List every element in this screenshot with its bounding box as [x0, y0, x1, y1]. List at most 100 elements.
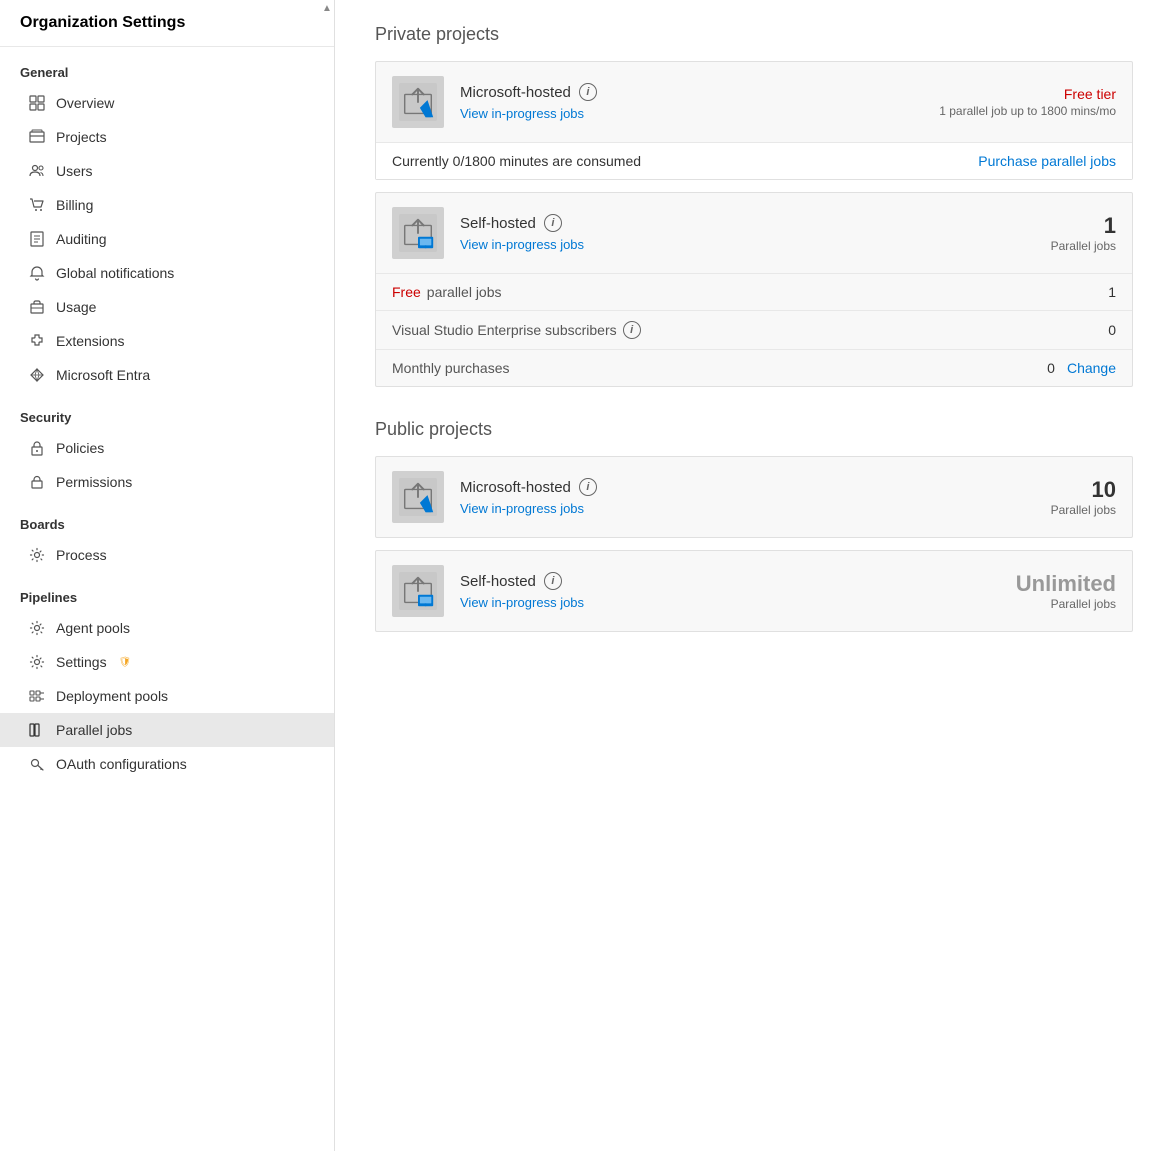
- public-mh-name: Microsoft-hosted: [460, 479, 571, 496]
- sidebar-item-global-notifications[interactable]: Global notifications: [0, 256, 334, 290]
- private-mh-purchase-link[interactable]: Purchase parallel jobs: [978, 153, 1116, 169]
- sidebar-item-label-extensions: Extensions: [56, 333, 124, 349]
- private-sh-monthly-row: Monthly purchases 0 Change: [376, 349, 1132, 386]
- gear-icon: [28, 546, 46, 564]
- sidebar-item-label-parallel-jobs: Parallel jobs: [56, 722, 132, 738]
- cart-icon: [28, 196, 46, 214]
- briefcase-icon: [28, 298, 46, 316]
- public-sh-unlimited-count: Unlimited: [1016, 571, 1116, 597]
- public-sh-parallel-label: Parallel jobs: [1016, 597, 1116, 611]
- sidebar-item-label-microsoft-entra: Microsoft Entra: [56, 367, 150, 383]
- lock-icon: [28, 439, 46, 457]
- main-content: Private projects: [335, 0, 1173, 1151]
- private-mh-name: Microsoft-hosted: [460, 84, 571, 101]
- sidebar-item-label-policies: Policies: [56, 440, 104, 456]
- sidebar-item-label-auditing: Auditing: [56, 231, 107, 247]
- sidebar-item-label-usage: Usage: [56, 299, 96, 315]
- section-label-boards: Boards: [0, 499, 334, 538]
- bars-icon: [28, 721, 46, 739]
- sidebar-item-overview[interactable]: Overview: [0, 86, 334, 120]
- gear3-icon: [28, 653, 46, 671]
- private-sh-info-icon[interactable]: i: [544, 214, 562, 232]
- public-sh-icon: [392, 565, 444, 617]
- sidebar-item-extensions[interactable]: Extensions: [0, 324, 334, 358]
- private-projects-title: Private projects: [375, 24, 1133, 45]
- sidebar-item-process[interactable]: Process: [0, 538, 334, 572]
- private-sh-parallel-count: 1: [1051, 213, 1116, 239]
- public-self-hosted-card: Self-hosted i View in-progress jobs Unli…: [375, 550, 1133, 632]
- layers-icon: [28, 128, 46, 146]
- private-sh-free-row: Free parallel jobs 1: [376, 273, 1132, 310]
- sidebar-item-deployment-pools[interactable]: Deployment pools: [0, 679, 334, 713]
- sidebar: ▲ Organization Settings General Overview…: [0, 0, 335, 1151]
- section-label-pipelines: Pipelines: [0, 572, 334, 611]
- sidebar-item-parallel-jobs[interactable]: Parallel jobs: [0, 713, 334, 747]
- sidebar-item-label-oauth-configurations: OAuth configurations: [56, 756, 187, 772]
- private-sh-free-text: Free: [392, 284, 421, 300]
- private-mh-minutes-text: Currently 0/1800 minutes are consumed: [392, 153, 641, 169]
- public-mh-info-icon[interactable]: i: [579, 478, 597, 496]
- private-sh-change-link[interactable]: Change: [1067, 360, 1116, 376]
- section-label-general: General: [0, 47, 334, 86]
- private-sh-vs-row: Visual Studio Enterprise subscribers i 0: [376, 310, 1132, 349]
- private-microsoft-hosted-card: Microsoft-hosted i View in-progress jobs…: [375, 61, 1133, 180]
- public-sh-view-jobs-link[interactable]: View in-progress jobs: [460, 595, 584, 610]
- scroll-up-arrow[interactable]: ▲: [320, 0, 334, 17]
- public-microsoft-hosted-card: Microsoft-hosted i View in-progress jobs…: [375, 456, 1133, 538]
- private-sh-vs-value: 0: [1108, 322, 1116, 338]
- private-mh-minutes-row: Currently 0/1800 minutes are consumed Pu…: [376, 142, 1132, 179]
- public-projects-title: Public projects: [375, 419, 1133, 440]
- private-sh-name: Self-hosted: [460, 215, 536, 232]
- puzzle-icon: [28, 332, 46, 350]
- private-mh-info-icon[interactable]: i: [579, 83, 597, 101]
- bell-icon: [28, 264, 46, 282]
- sidebar-item-policies[interactable]: Policies: [0, 431, 334, 465]
- private-mh-tier-desc: 1 parallel job up to 1800 mins/mo: [939, 104, 1116, 118]
- private-sh-vs-label: Visual Studio Enterprise subscribers: [392, 322, 617, 338]
- diamond-icon: [28, 366, 46, 384]
- sidebar-item-label-projects: Projects: [56, 129, 107, 145]
- public-mh-icon: [392, 471, 444, 523]
- private-sh-view-jobs-link[interactable]: View in-progress jobs: [460, 237, 584, 252]
- sidebar-item-projects[interactable]: Projects: [0, 120, 334, 154]
- private-sh-free-value: 1: [1108, 284, 1116, 300]
- sidebar-item-billing[interactable]: Billing: [0, 188, 334, 222]
- sidebar-item-agent-pools[interactable]: Agent pools: [0, 611, 334, 645]
- sidebar-item-users[interactable]: Users: [0, 154, 334, 188]
- key-icon: [28, 755, 46, 773]
- sidebar-item-label-settings: Settings: [56, 654, 107, 670]
- sidebar-item-oauth-configurations[interactable]: OAuth configurations: [0, 747, 334, 781]
- grid-icon: [28, 94, 46, 112]
- section-label-security: Security: [0, 392, 334, 431]
- private-projects-section: Private projects: [375, 24, 1133, 387]
- public-sh-info-icon[interactable]: i: [544, 572, 562, 590]
- private-sh-parallel-label: Parallel jobs: [1051, 239, 1116, 253]
- private-mh-tier-label: Free tier: [939, 86, 1116, 102]
- public-mh-parallel-label: Parallel jobs: [1051, 503, 1116, 517]
- settings-shield-badge: 🛡: [119, 657, 132, 668]
- private-sh-monthly-label: Monthly purchases: [392, 360, 510, 376]
- public-mh-parallel-count: 10: [1051, 477, 1116, 503]
- lock2-icon: [28, 473, 46, 491]
- dots-icon: [28, 687, 46, 705]
- gear2-icon: [28, 619, 46, 637]
- public-projects-section: Public projects: [375, 419, 1133, 632]
- public-mh-view-jobs-link[interactable]: View in-progress jobs: [460, 501, 584, 516]
- private-sh-monthly-value: 0: [1047, 360, 1055, 376]
- sidebar-item-usage[interactable]: Usage: [0, 290, 334, 324]
- private-self-hosted-icon: [392, 207, 444, 259]
- sidebar-item-label-permissions: Permissions: [56, 474, 132, 490]
- sidebar-item-label-deployment-pools: Deployment pools: [56, 688, 168, 704]
- sidebar-item-label-process: Process: [56, 547, 107, 563]
- microsoft-hosted-icon: [392, 76, 444, 128]
- sidebar-item-microsoft-entra[interactable]: Microsoft Entra: [0, 358, 334, 392]
- sidebar-item-label-agent-pools: Agent pools: [56, 620, 130, 636]
- private-sh-free-label: parallel jobs: [427, 284, 502, 300]
- sidebar-item-label-global-notifications: Global notifications: [56, 265, 174, 281]
- private-mh-view-jobs-link[interactable]: View in-progress jobs: [460, 106, 584, 121]
- sidebar-item-permissions[interactable]: Permissions: [0, 465, 334, 499]
- private-sh-vs-info-icon[interactable]: i: [623, 321, 641, 339]
- sidebar-item-settings[interactable]: Settings 🛡: [0, 645, 334, 679]
- sidebar-item-auditing[interactable]: Auditing: [0, 222, 334, 256]
- sidebar-item-label-overview: Overview: [56, 95, 114, 111]
